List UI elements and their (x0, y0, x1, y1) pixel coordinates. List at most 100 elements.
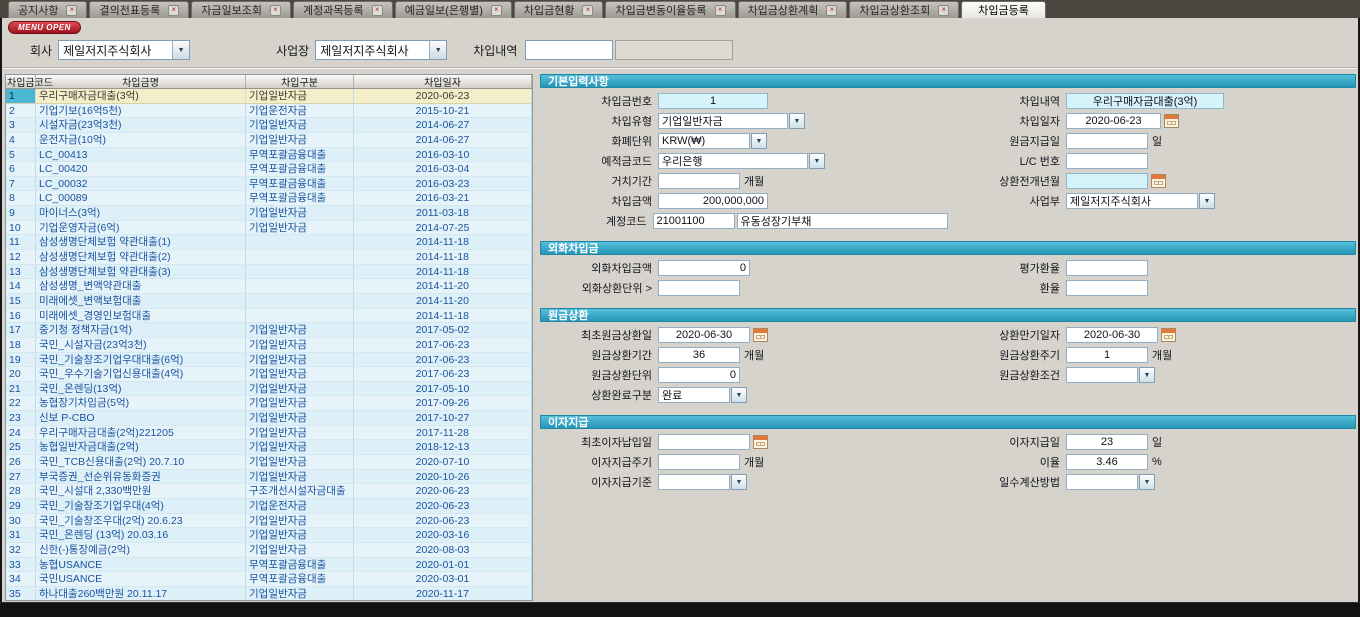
grid-row-1[interactable]: 1우리구매자금대출(3억)기업일반자금2020-06-23 (6, 89, 532, 104)
principal-condition-input[interactable] (1066, 367, 1138, 383)
grid-row-15[interactable]: 15미래에셋_변액보험대출2014-11-20 (6, 294, 532, 309)
repay-complete-dropdown-icon[interactable]: ▼ (731, 387, 747, 403)
grid-row-8[interactable]: 8LC_00089무역포괄금융대출2016-03-21 (6, 191, 532, 206)
tab-close-icon[interactable]: × (938, 5, 949, 16)
grid-row-25[interactable]: 25농협일반자금대출(2억)기업일반자금2018-12-13 (6, 440, 532, 455)
loan-description-input[interactable] (1066, 93, 1224, 109)
maturity-date-input[interactable] (1066, 327, 1158, 343)
grid-column-header-0[interactable]: 차입금코드 (6, 75, 36, 88)
menu-open-button[interactable]: MENU OPEN (8, 21, 81, 34)
grid-row-6[interactable]: 6LC_00420무역포괄금융대출2016-03-04 (6, 162, 532, 177)
loan-amount-input[interactable] (658, 193, 768, 209)
grid-row-19[interactable]: 19국민_기술창조기업우대대출(6억)기업일반자금2017-06-23 (6, 353, 532, 368)
currency-unit-input[interactable] (658, 133, 750, 149)
grid-row-34[interactable]: 34국민USANCE무역포괄금융대출2020-03-01 (6, 572, 532, 587)
tab-4[interactable]: 계정과목등록× (293, 1, 393, 18)
fx-repay-unit-input[interactable] (658, 280, 740, 296)
business-unit-dropdown-icon[interactable]: ▼ (1199, 193, 1215, 209)
principal-pay-day-input[interactable] (1066, 133, 1148, 149)
grid-row-2[interactable]: 2기업기보(16억5천)기업운전자금2015-10-21 (6, 104, 532, 119)
grid-row-3[interactable]: 3시설자금(23억3천)기업일반자금2014-06-27 (6, 118, 532, 133)
interest-rate-input[interactable] (1066, 454, 1148, 470)
grid-body[interactable]: 1우리구매자금대출(3억)기업일반자금2020-06-232기업기보(16억5천… (6, 89, 532, 601)
day-count-method-input[interactable] (1066, 474, 1138, 490)
grid-row-24[interactable]: 24우리구매자금대출(2억)221205기업일반자금2017-11-28 (6, 426, 532, 441)
tab-5[interactable]: 예금일보(은행별)× (395, 1, 512, 18)
grid-column-header-2[interactable]: 차입구분 (246, 75, 354, 88)
grid-row-23[interactable]: 23신보 P-CBO기업일반자금2017-10-27 (6, 411, 532, 426)
tab-1[interactable]: 공지사항× (8, 1, 87, 18)
valuation-rate-input[interactable] (1066, 260, 1148, 276)
principal-period-input[interactable] (658, 347, 740, 363)
grid-row-13[interactable]: 13삼성생명단체보험 약관대출(3)2014-11-18 (6, 265, 532, 280)
grid-column-header-1[interactable]: 차입금명 (36, 75, 246, 88)
tab-close-icon[interactable]: × (270, 5, 281, 16)
deposit-code-input[interactable] (658, 153, 808, 169)
site-select[interactable]: 제일저지주식회사 ▼ (315, 40, 447, 60)
grid-row-28[interactable]: 28국민_시설대 2,330백만원구조개선시설자금대출2020-06-23 (6, 484, 532, 499)
loan-desc-search-input[interactable] (525, 40, 613, 60)
grid-row-9[interactable]: 9마이너스(3억)기업일반자금2011-03-18 (6, 206, 532, 221)
repay-open-ym-calendar-icon[interactable] (1151, 174, 1166, 188)
tab-close-icon[interactable]: × (582, 5, 593, 16)
grid-row-12[interactable]: 12삼성생명단체보험 약관대출(2)2014-11-18 (6, 250, 532, 265)
repay-complete-input[interactable] (658, 387, 730, 403)
exchange-rate-input[interactable] (1066, 280, 1148, 296)
company-select[interactable]: 제일저지주식회사 ▼ (58, 40, 190, 60)
grid-row-17[interactable]: 17중기청 정책자금(1억)기업일반자금2017-05-02 (6, 323, 532, 338)
maturity-date-calendar-icon[interactable] (1161, 328, 1176, 342)
grid-row-31[interactable]: 31국민_온렌딩 (13억) 20.03.16기업일반자금2020-03-16 (6, 528, 532, 543)
grid-row-30[interactable]: 30국민_기술창조우대(2억) 20.6.23기업일반자금2020-06-23 (6, 514, 532, 529)
grid-row-11[interactable]: 11삼성생명단체보험 약관대출(1)2014-11-18 (6, 235, 532, 250)
tab-3[interactable]: 자금일보조회× (191, 1, 291, 18)
principal-unit-input[interactable] (658, 367, 740, 383)
loan-date-input[interactable] (1066, 113, 1161, 129)
tab-close-icon[interactable]: × (491, 5, 502, 16)
tab-close-icon[interactable]: × (715, 5, 726, 16)
grid-row-26[interactable]: 26국민_TCB신용대출(2억) 20.7.10기업일반자금2020-07-10 (6, 455, 532, 470)
grid-row-27[interactable]: 27부국증권_선순위유동화증권기업일반자금2020-10-26 (6, 470, 532, 485)
tab-10[interactable]: 차입금등록 (961, 1, 1046, 18)
day-count-method-dropdown-icon[interactable]: ▼ (1139, 474, 1155, 490)
tab-close-icon[interactable]: × (168, 5, 179, 16)
interest-pay-day-input[interactable] (1066, 434, 1148, 450)
interest-cycle-input[interactable] (658, 454, 740, 470)
deposit-code-dropdown-icon[interactable]: ▼ (809, 153, 825, 169)
interest-basis-input[interactable] (658, 474, 730, 490)
grid-row-10[interactable]: 10기업운영자금(6억)기업일반자금2014-07-25 (6, 221, 532, 236)
grid-row-18[interactable]: 18국민_시설자금(23억3천)기업일반자금2017-06-23 (6, 338, 532, 353)
grid-row-35[interactable]: 35하나대출260백만원 20.11.17기업일반자금2020-11-17 (6, 587, 532, 601)
grid-row-21[interactable]: 21국민_온렌딩(13억)기업일반자금2017-05-10 (6, 382, 532, 397)
grid-row-7[interactable]: 7LC_00032무역포괄금융대출2016-03-23 (6, 177, 532, 192)
first-interest-date-input[interactable] (658, 434, 750, 450)
grace-period-input[interactable] (658, 173, 740, 189)
account-code-input[interactable] (653, 213, 735, 229)
tab-7[interactable]: 차입금변동이율등록× (605, 1, 735, 18)
tab-6[interactable]: 차입금현황× (514, 1, 604, 18)
grid-row-5[interactable]: 5LC_00413무역포괄금융대출2016-03-10 (6, 148, 532, 163)
first-principal-date-calendar-icon[interactable] (753, 328, 768, 342)
currency-unit-dropdown-icon[interactable]: ▼ (751, 133, 767, 149)
account-code-name-input[interactable] (737, 213, 949, 229)
repay-open-ym-input[interactable] (1066, 173, 1148, 189)
fx-loan-amount-input[interactable] (658, 260, 750, 276)
loan-date-calendar-icon[interactable] (1164, 114, 1179, 128)
tab-8[interactable]: 차입금상환계획× (738, 1, 848, 18)
grid-column-header-3[interactable]: 차입일자 (354, 75, 532, 88)
tab-2[interactable]: 결의전표등록× (89, 1, 189, 18)
tab-close-icon[interactable]: × (66, 5, 77, 16)
loan-type-input[interactable] (658, 113, 788, 129)
grid-row-4[interactable]: 4운전자금(10억)기업일반자금2014-06-27 (6, 133, 532, 148)
loan-number-input[interactable] (658, 93, 768, 109)
principal-cycle-input[interactable] (1066, 347, 1148, 363)
first-interest-date-calendar-icon[interactable] (753, 435, 768, 449)
grid-row-14[interactable]: 14삼성생명_변액약관대출2014-11-20 (6, 279, 532, 294)
grid-row-22[interactable]: 22농협장기차입금(5억)기업일반자금2017-09-26 (6, 396, 532, 411)
business-unit-input[interactable] (1066, 193, 1198, 209)
tab-close-icon[interactable]: × (372, 5, 383, 16)
principal-condition-dropdown-icon[interactable]: ▼ (1139, 367, 1155, 383)
grid-row-20[interactable]: 20국민_우수기술기업신용대출(4억)기업일반자금2017-06-23 (6, 367, 532, 382)
tab-close-icon[interactable]: × (826, 5, 837, 16)
lc-number-input[interactable] (1066, 153, 1148, 169)
grid-row-29[interactable]: 29국민_기술창조기업우대(4억)기업운전자금2020-06-23 (6, 499, 532, 514)
